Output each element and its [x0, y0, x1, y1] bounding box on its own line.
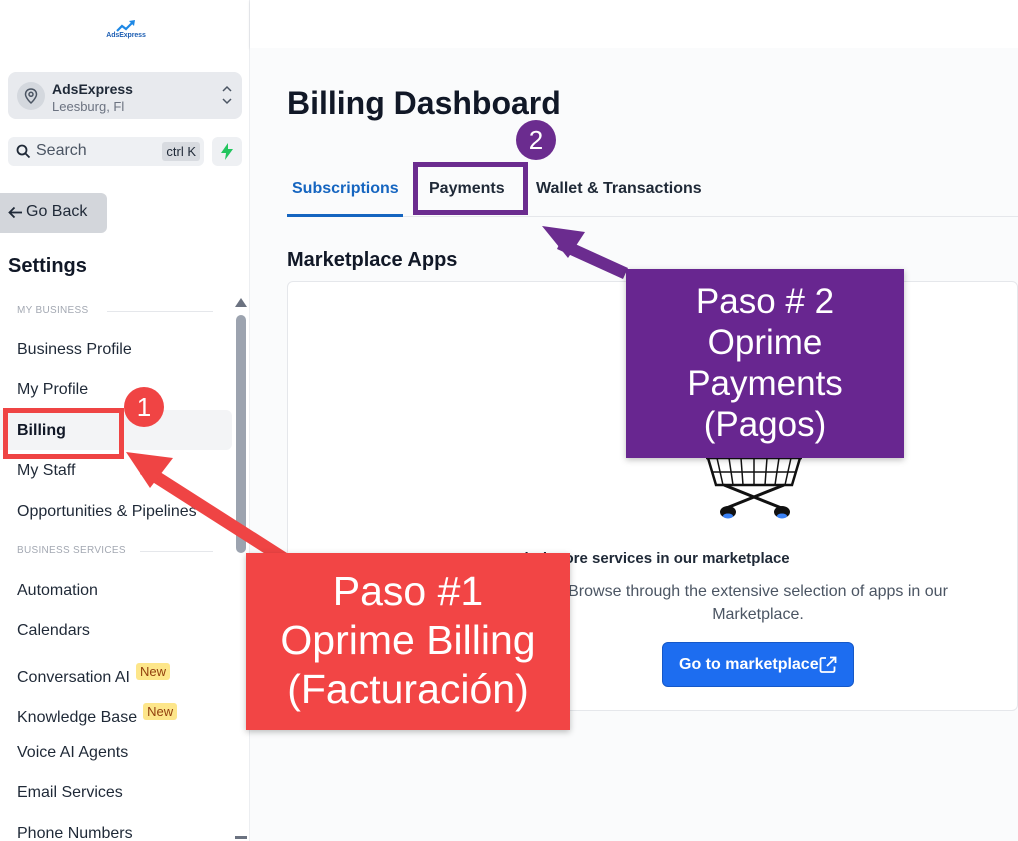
sidebar-item-calendars[interactable]: Calendars: [17, 622, 90, 640]
arrow-left-icon: [8, 206, 22, 219]
go-to-marketplace-button[interactable]: Go to marketplace: [662, 642, 854, 687]
external-link-icon: [819, 656, 837, 673]
account-switcher[interactable]: AdsExpress Leesburg, Fl: [8, 72, 242, 119]
sidebar-item-automation[interactable]: Automation: [17, 582, 98, 600]
logo-chart-icon: [116, 20, 135, 32]
sidebar-item-phone-numbers[interactable]: Phone Numbers: [17, 825, 133, 841]
top-header: [250, 0, 1018, 48]
step2-callout: Paso # 2 Oprime Payments (Pagos): [626, 269, 904, 458]
logo-text: AdsExpress: [106, 32, 146, 39]
step2-highlight-box: [413, 162, 528, 215]
chevron-updown-icon: [222, 85, 232, 105]
scroll-up-arrow[interactable]: [235, 298, 247, 307]
location-icon: [17, 82, 45, 110]
quick-actions-button[interactable]: [212, 137, 242, 166]
section-title: Marketplace Apps: [287, 249, 458, 271]
callout-line: Oprime Billing: [280, 617, 536, 663]
callout-line: Payments: [687, 364, 843, 403]
app-logo[interactable]: AdsExpress: [104, 20, 148, 42]
page-title: Billing Dashboard: [287, 85, 561, 121]
search-shortcut: ctrl K: [162, 142, 200, 161]
scroll-down-arrow[interactable]: [235, 836, 247, 839]
search-icon: [16, 144, 31, 159]
lightning-icon: [221, 143, 233, 160]
sidebar-item-knowledge-base[interactable]: Knowledge Base New: [17, 703, 178, 727]
active-tab-indicator: [287, 214, 403, 217]
sidebar-item-my-profile[interactable]: My Profile: [17, 381, 88, 399]
callout-line: Paso # 2: [695, 282, 835, 321]
search-button[interactable]: Search ctrl K: [8, 137, 204, 166]
sidebar-item-label: Knowledge Base: [17, 709, 138, 726]
sidebar-item-voice-ai-agents[interactable]: Voice AI Agents: [17, 744, 128, 762]
callout-line: Oprime: [707, 323, 823, 362]
step2-number-badge: 2: [516, 120, 556, 160]
divider: [107, 311, 213, 312]
callout-line: (Facturación): [287, 666, 529, 712]
section-business-services: BUSINESS SERVICES: [17, 545, 126, 556]
empty-state-text: Browse through the extensive selection o…: [568, 583, 948, 623]
settings-title: Settings: [8, 255, 87, 277]
tab-wallet-transactions[interactable]: Wallet & Transactions: [536, 180, 702, 198]
account-location: Leesburg, Fl: [52, 99, 125, 114]
sidebar-item-email-services[interactable]: Email Services: [17, 784, 123, 802]
sidebar-item-my-staff[interactable]: My Staff: [17, 462, 75, 480]
cta-label: Go to marketplace: [679, 656, 819, 673]
sidebar-item-business-profile[interactable]: Business Profile: [17, 341, 132, 359]
search-label: Search: [36, 142, 87, 159]
step1-number-badge: 1: [124, 387, 164, 427]
section-my-business: MY BUSINESS: [17, 305, 89, 316]
callout-line: (Pagos): [703, 405, 827, 444]
sidebar-item-conversation-ai[interactable]: Conversation AI New: [17, 663, 170, 687]
go-back-button[interactable]: Go Back: [0, 193, 107, 233]
shopping-cart-icon: [706, 456, 802, 519]
divider: [140, 551, 213, 552]
scrollbar-thumb[interactable]: [236, 315, 246, 553]
tab-subscriptions[interactable]: Subscriptions: [292, 180, 399, 198]
step1-callout: Paso #1 Oprime Billing (Facturación): [246, 553, 570, 730]
go-back-label: Go Back: [26, 203, 88, 220]
new-badge: New: [143, 703, 178, 720]
sidebar-item-opportunities-pipelines[interactable]: Opportunities & Pipelines: [17, 503, 197, 521]
account-name: AdsExpress: [52, 81, 133, 97]
new-badge: New: [135, 663, 170, 680]
step1-highlight-box: [3, 408, 124, 459]
callout-line: Paso #1: [332, 568, 484, 614]
sidebar-item-label: Conversation AI: [17, 669, 130, 686]
